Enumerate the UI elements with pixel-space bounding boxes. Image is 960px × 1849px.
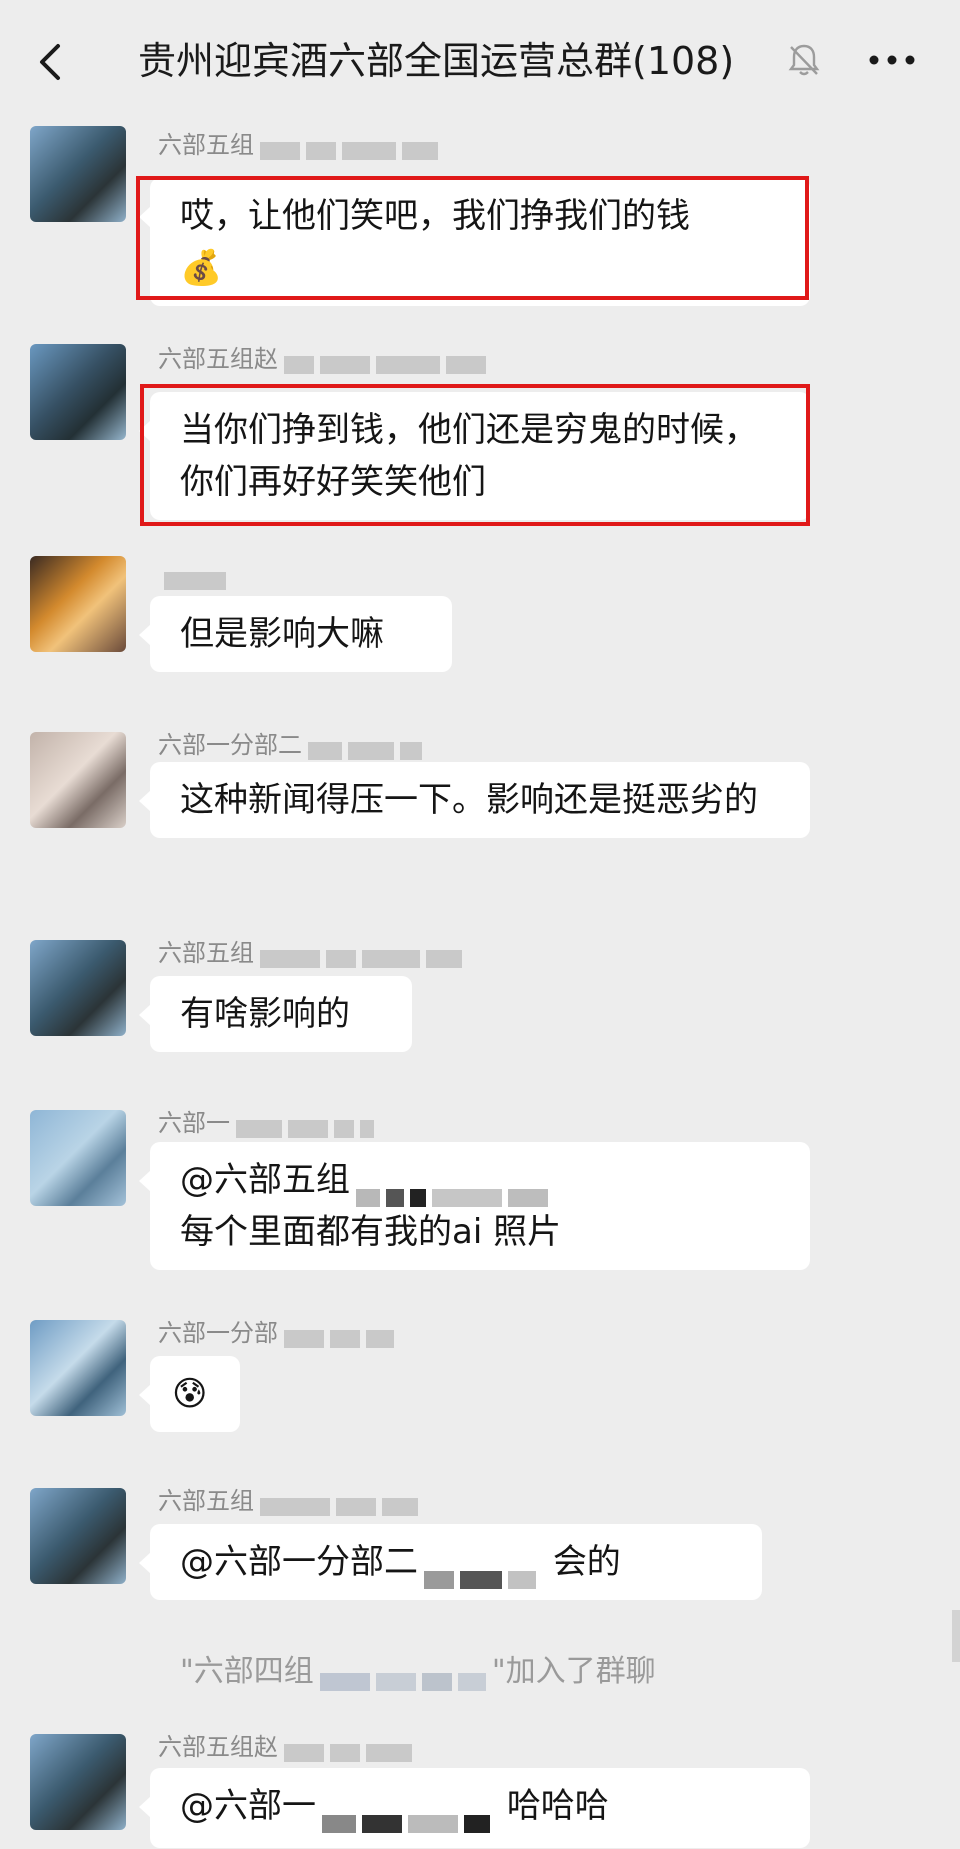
avatar[interactable] <box>30 1488 126 1584</box>
redacted-name <box>284 349 492 374</box>
sender-name: 六部五组 <box>158 938 468 968</box>
message-bubble[interactable]: @六部一 哈哈哈 <box>139 1768 810 1848</box>
highlight-box <box>136 176 809 300</box>
sender-name: 六部五组赵 <box>158 344 492 374</box>
redacted-name <box>260 943 468 968</box>
message-bubble[interactable]: @六部一分部二 会的 <box>139 1524 762 1600</box>
sender-name: 六部一 <box>158 1108 380 1138</box>
redacted-name <box>284 1323 400 1348</box>
highlight-box <box>140 384 810 526</box>
redacted-name <box>322 1797 496 1833</box>
avatar[interactable] <box>30 732 126 828</box>
sender-name: 六部五组赵 <box>158 1732 418 1762</box>
avatar[interactable] <box>30 1110 126 1206</box>
sender-name: 六部五组 <box>158 1486 424 1516</box>
mention: @六部一分部二 <box>180 1542 418 1582</box>
scrollbar[interactable] <box>952 1610 960 1662</box>
sender-name: 六部五组 <box>158 130 444 160</box>
sender-name: 六部一分部二 <box>158 730 428 760</box>
avatar[interactable] <box>30 1734 126 1830</box>
chat-title: 贵州迎宾酒六部全国运营总群(108) <box>138 39 735 83</box>
crying-face-emoji: 😰 <box>172 1374 208 1414</box>
chat-header: 贵州迎宾酒六部全国运营总群(108) <box>0 0 960 122</box>
redacted-name <box>319 1662 492 1691</box>
message-bubble[interactable]: @六部五组 每个里面都有我的ai 照片 <box>139 1142 810 1270</box>
avatar[interactable] <box>30 556 126 652</box>
avatar[interactable] <box>30 126 126 222</box>
message-bubble[interactable]: 有啥影响的 <box>139 976 412 1052</box>
message-bubble[interactable]: 但是影响大嘛 <box>139 596 452 672</box>
redacted-name <box>164 565 232 590</box>
avatar[interactable] <box>30 940 126 1036</box>
redacted-name <box>308 735 428 760</box>
message-bubble[interactable]: 这种新闻得压一下。影响还是挺恶劣的 <box>139 762 810 838</box>
sender-name <box>158 560 232 590</box>
avatar[interactable] <box>30 1320 126 1416</box>
redacted-name <box>356 1171 554 1207</box>
mention: @六部五组 <box>180 1160 350 1200</box>
bell-off-icon <box>788 44 820 76</box>
avatar[interactable] <box>30 344 126 440</box>
system-notice: "六部四组 "加入了群聊 <box>180 1654 656 1691</box>
redacted-name <box>260 1491 424 1516</box>
message-bubble[interactable]: 😰 <box>139 1356 240 1432</box>
chevron-left-icon[interactable] <box>30 40 74 84</box>
redacted-name <box>284 1737 418 1762</box>
more-dots-icon[interactable] <box>866 50 918 70</box>
redacted-name <box>236 1113 380 1138</box>
redacted-name <box>260 135 444 160</box>
redacted-name <box>424 1553 542 1589</box>
mention: @六部一 <box>180 1786 316 1826</box>
sender-name: 六部一分部 <box>158 1318 400 1348</box>
